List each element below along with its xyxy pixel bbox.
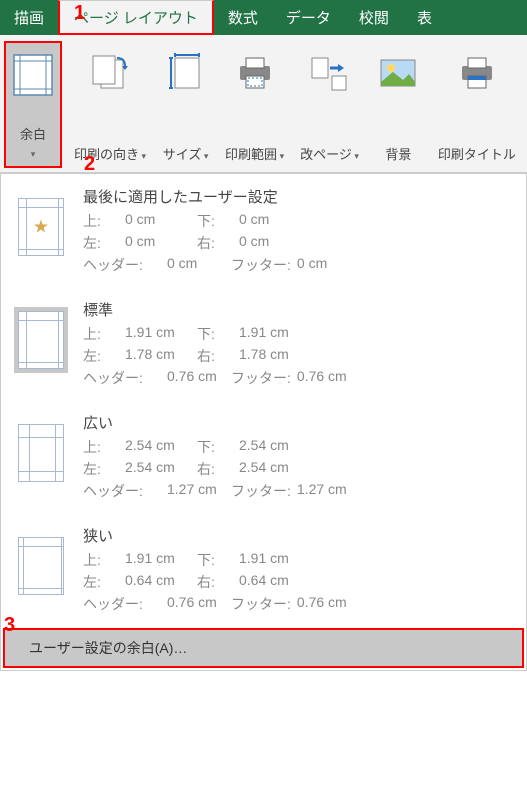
callout-2: 2 [84,153,95,176]
margin-thumb [7,299,75,388]
margin-values: 上:1.91 cm下:1.91 cm左:1.78 cm右:1.78 cm [83,324,520,366]
margin-option[interactable]: ★最後に適用したユーザー設定上:0 cm下:0 cm左:0 cm右:0 cmヘッ… [1,174,526,287]
printer-icon [232,49,278,97]
margin-option-title: 最後に適用したユーザー設定 [83,186,520,207]
custom-margins-item[interactable]: ユーザー設定の余白(A)… [3,628,524,668]
background-button[interactable]: 背景 [371,41,426,168]
margin-option[interactable]: 狭い上:1.91 cm下:1.91 cm左:0.64 cm右:0.64 cmヘッ… [1,513,526,626]
size-icon [163,49,209,97]
margin-thumb [7,525,75,614]
breaks-label: 改ページ [300,147,359,162]
size-label: サイズ [163,147,209,162]
margin-option[interactable]: 広い上:2.54 cm下:2.54 cm左:2.54 cm右:2.54 cmヘッ… [1,400,526,513]
tab-formula[interactable]: 数式 [214,0,272,35]
margin-values: 上:2.54 cm下:2.54 cm左:2.54 cm右:2.54 cm [83,437,520,479]
tab-view[interactable]: 表 [403,0,446,35]
background-label: 背景 [385,146,411,164]
callout-3: 3 [4,614,15,637]
margin-option-title: 広い [83,412,520,433]
margin-option[interactable]: 標準上:1.91 cm下:1.91 cm左:1.78 cm右:1.78 cmヘッ… [1,287,526,400]
printtitles-label: 印刷タイトル [438,146,516,164]
margins-dropdown: ★最後に適用したユーザー設定上:0 cm下:0 cm左:0 cm右:0 cmヘッ… [0,173,527,671]
margin-values: 上:1.91 cm下:1.91 cm左:0.64 cm右:0.64 cm [83,550,520,592]
margins-icon [10,51,56,99]
picture-icon [375,49,421,97]
margin-thumb: ★ [7,186,75,275]
printarea-button[interactable]: 印刷範囲 [221,41,288,168]
ribbon-toolbar: 余白▾ 印刷の向き [0,35,527,173]
breaks-icon [306,49,352,97]
printtitles-icon [454,49,500,97]
tab-draw[interactable]: 描画 [0,0,58,35]
margins-label: 余白 [20,127,46,142]
printtitles-button[interactable]: 印刷タイトル [434,41,520,168]
size-button[interactable]: サイズ [158,41,213,168]
orientation-button[interactable]: 印刷の向き [70,41,150,168]
printarea-label: 印刷範囲 [225,147,284,162]
margin-thumb [7,412,75,501]
ribbon-tabs: 描画 1 ページ レイアウト 数式 データ 校閲 表 [0,0,527,35]
orientation-icon [87,49,133,97]
breaks-button[interactable]: 改ページ [296,41,363,168]
margin-option-title: 狭い [83,525,520,546]
callout-1: 1 [74,2,85,25]
margin-option-title: 標準 [83,299,520,320]
margins-button[interactable]: 余白▾ [4,41,62,168]
margin-values: 上:0 cm下:0 cm左:0 cm右:0 cm [83,211,520,253]
tab-review[interactable]: 校閲 [345,0,403,35]
tab-data[interactable]: データ [272,0,345,35]
